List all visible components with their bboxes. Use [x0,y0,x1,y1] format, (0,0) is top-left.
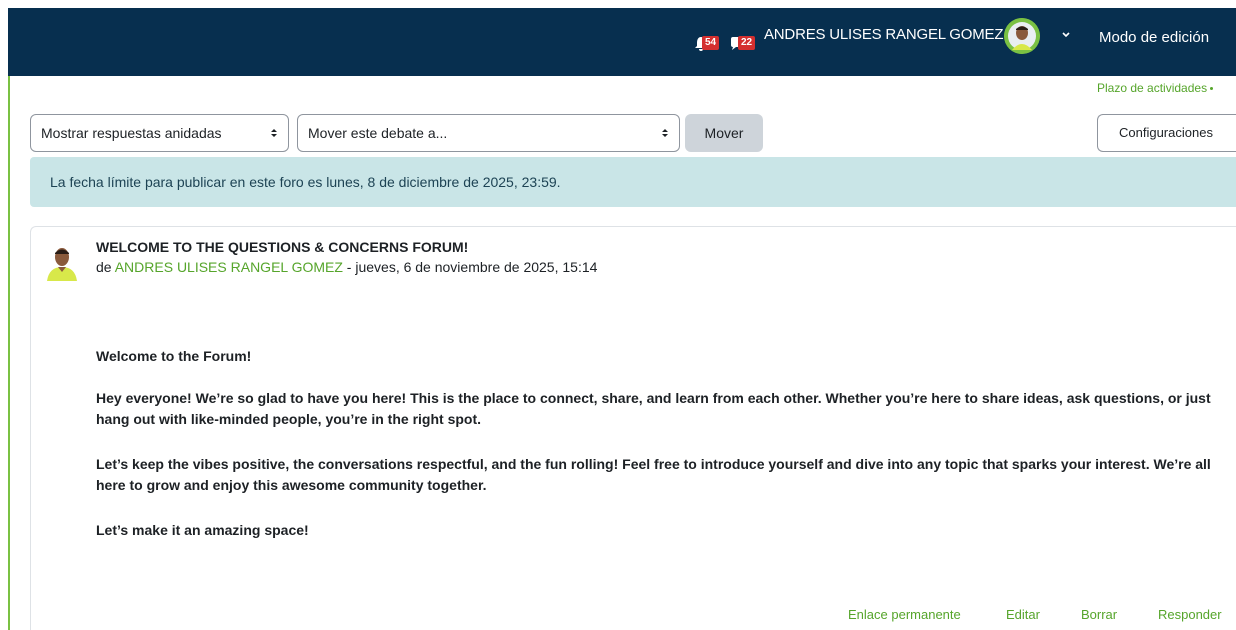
messages-badge[interactable]: 22 [738,36,756,50]
reply-link[interactable]: Responder [1158,606,1222,624]
post-paragraph: Welcome to the Forum! [96,348,252,364]
move-select-value: Mover este debate a... [308,125,448,141]
notifications-badge[interactable]: 54 [702,36,720,50]
user-avatar[interactable] [1004,18,1040,54]
move-discussion-select[interactable]: Mover este debate a... [297,114,680,152]
author-portrait-icon [47,248,77,281]
byline-prefix: de [96,259,115,275]
post-paragraph: Hey everyone! We’re so glad to have you … [96,390,1211,427]
edit-mode-toggle[interactable]: Modo de edición [1099,28,1209,48]
updown-arrow-icon [271,129,277,137]
settings-button[interactable]: Configuraciones [1097,114,1236,152]
post-paragraph: Let’s keep the vibes positive, the conve… [96,456,1211,493]
post-byline: de ANDRES ULISES RANGEL GOMEZ - jueves, … [96,258,597,276]
edit-link[interactable]: Editar [1006,606,1040,624]
post-date: - jueves, 6 de noviembre de 2025, 15:14 [342,259,598,275]
post-author-link[interactable]: ANDRES ULISES RANGEL GOMEZ [115,259,343,275]
move-button[interactable]: Mover [685,114,763,152]
top-navbar: 54 22 [8,8,1236,76]
post-paragraph: Let’s make it an amazing space! [96,522,309,538]
display-mode-value: Mostrar respuestas anidadas [41,125,222,141]
post-title: WELCOME TO THE QUESTIONS & CONCERNS FORU… [96,239,469,255]
chevron-down-icon[interactable] [1059,28,1073,42]
display-mode-select[interactable]: Mostrar respuestas anidadas [30,114,289,152]
post-author-avatar[interactable] [45,245,79,281]
activities-deadline-link[interactable]: Plazo de actividades [1097,80,1214,96]
delete-link[interactable]: Borrar [1081,606,1117,624]
dot-icon [1210,87,1214,91]
deadline-link-label[interactable]: Plazo de actividades [1097,81,1207,95]
left-border-rule [8,76,10,630]
avatar-portrait-icon [1004,18,1040,54]
permalink-link[interactable]: Enlace permanente [848,606,961,624]
deadline-alert: La fecha límite para publicar en este fo… [30,157,1236,207]
updown-arrow-icon [662,129,668,137]
user-menu-name[interactable]: ANDRES ULISES RANGEL GOMEZ [764,25,1004,45]
